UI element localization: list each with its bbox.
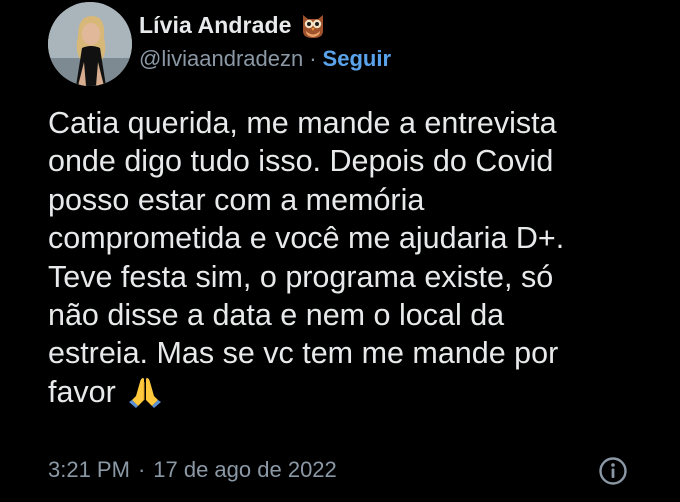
tweet-card: Lívia Andrade @liviaandradezn · Seguir C… [0,0,680,502]
tweet-meta: 3:21 PM · 17 de ago de 2022 [48,454,337,486]
author-handle[interactable]: @liviaandradezn [139,46,303,72]
folded-hands-icon [128,374,162,408]
follow-button[interactable]: Seguir [323,46,391,72]
author-handle-row: @liviaandradezn · Seguir [139,44,391,74]
author-display-name[interactable]: Lívia Andrade [139,12,292,39]
author-name-row: Lívia Andrade [139,8,326,42]
avatar-photo [48,2,132,86]
avatar[interactable] [48,2,132,86]
tweet-text-body: Catia querida, me mande a entrevista ond… [48,106,565,409]
tweet-time[interactable]: 3:21 PM [48,457,130,483]
info-icon[interactable] [598,456,628,486]
tweet-date[interactable]: 17 de ago de 2022 [153,457,337,483]
meta-separator: · [137,457,146,482]
handle-separator: · [309,46,317,71]
tweet-text: Catia querida, me mande a entrevista ond… [48,104,668,411]
owl-icon [300,11,326,39]
